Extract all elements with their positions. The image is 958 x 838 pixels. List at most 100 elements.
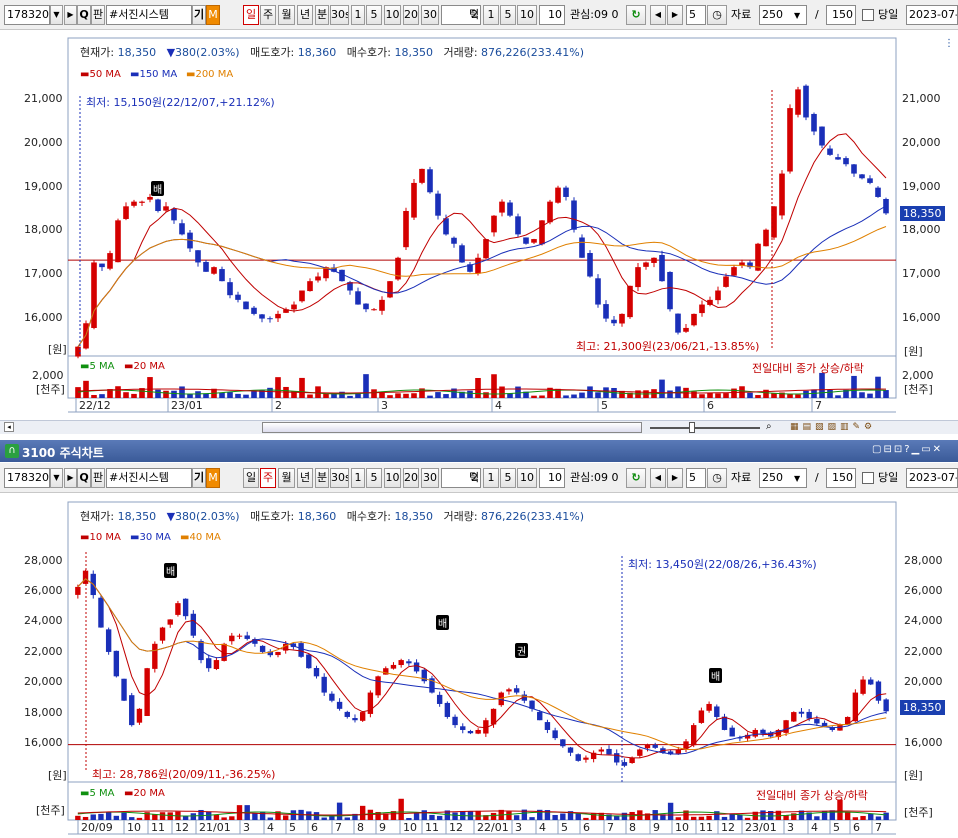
x-tick-label: 22/01	[477, 821, 509, 834]
volume-bar	[506, 811, 512, 820]
high-annotation: 최고: 28,786원(20/09/11,-36.25%)	[92, 768, 276, 781]
x-tick-label: 4	[811, 821, 818, 834]
volume-bar	[321, 817, 327, 820]
candle-body	[352, 718, 358, 721]
volume-bar	[583, 817, 589, 820]
x-tick-label: 11	[425, 821, 439, 834]
candle-body	[644, 744, 651, 749]
volume-note: 전일대비 종가 상승/하락	[756, 789, 868, 802]
volume-bar	[159, 812, 166, 820]
x-tick-label: 11	[699, 821, 713, 834]
candle-body	[98, 597, 104, 628]
candle-body	[121, 678, 127, 701]
legend-vol-20ma[interactable]: ▬20 MA	[124, 788, 165, 799]
volume-bar	[90, 814, 96, 820]
volume-bar	[436, 815, 443, 820]
weekly-candle-chart[interactable]	[0, 0, 958, 838]
candle-body	[75, 586, 81, 595]
volume-bar	[413, 813, 420, 820]
dividend-badge[interactable]: 배	[164, 563, 178, 578]
candle-body	[190, 613, 197, 636]
volume-bar	[329, 816, 335, 820]
candle-body	[167, 619, 173, 625]
candle-body	[229, 635, 235, 642]
candle-body	[868, 679, 874, 685]
candle-body	[105, 629, 112, 652]
candle-body	[359, 712, 366, 721]
y-tick-right: 26,000	[904, 584, 943, 597]
x-tick-label: 10	[403, 821, 417, 834]
y-tick-left: 22,000	[24, 645, 63, 658]
x-tick-label: 4	[267, 821, 274, 834]
candle-body	[537, 711, 543, 721]
volume-bar	[336, 802, 343, 820]
candle-body	[637, 749, 643, 756]
y-tick-right: 16,000	[904, 736, 943, 749]
y-tick-left: 26,000	[24, 584, 63, 597]
candle-body	[552, 730, 558, 739]
candle-body	[259, 645, 266, 652]
candle-body	[652, 744, 658, 748]
volume-bar	[814, 816, 820, 820]
candle-body	[760, 729, 766, 734]
x-tick-label: 5	[833, 821, 840, 834]
volume-bar	[252, 813, 258, 820]
candle-body	[136, 708, 143, 723]
candle-body	[598, 749, 605, 752]
x-tick-label: 12	[449, 821, 463, 834]
x-tick-label: 12	[175, 821, 189, 834]
volume-bar	[290, 810, 297, 820]
last-price-marker: 18,350	[900, 700, 945, 715]
x-tick-label: 7	[875, 821, 882, 834]
candle-body	[213, 660, 220, 669]
candle-body	[606, 748, 612, 755]
y-tick-right: 28,000	[904, 554, 943, 567]
x-tick-label: 6	[853, 821, 860, 834]
dividend-badge[interactable]: 배	[436, 615, 450, 630]
candle-body	[883, 699, 889, 712]
candle-body	[875, 681, 882, 701]
volume-bar	[429, 814, 435, 820]
legend-vol-5ma[interactable]: ▬5 MA	[80, 788, 114, 799]
candle-body	[814, 718, 820, 724]
candle-body	[475, 729, 481, 734]
volume-bar	[267, 817, 273, 820]
candle-body	[206, 658, 212, 669]
volume-unit-left: [천주]	[36, 804, 65, 817]
candle-body	[714, 706, 720, 717]
candle-body	[721, 716, 728, 730]
volume-bar	[675, 817, 681, 820]
volume-bar	[883, 812, 889, 820]
y-tick-right: 22,000	[904, 645, 943, 658]
candle-body	[298, 643, 304, 657]
y-unit-left: [원]	[48, 769, 67, 782]
candle-body	[698, 710, 705, 723]
candle-body	[444, 702, 451, 717]
volume-bar	[190, 813, 197, 820]
volume-bar	[452, 812, 458, 820]
volume-bar	[721, 816, 728, 820]
candle-body	[129, 695, 135, 726]
x-tick-label: 3	[515, 821, 522, 834]
x-tick-label: 9	[379, 821, 386, 834]
x-tick-label: 10	[675, 821, 689, 834]
x-tick-label: 6	[583, 821, 590, 834]
dividend-badge[interactable]: 배	[709, 668, 723, 683]
candle-body	[113, 650, 120, 677]
candle-body	[621, 762, 628, 766]
x-tick-label: 23/01	[745, 821, 777, 834]
candle-body	[336, 701, 343, 709]
candle-body	[629, 757, 635, 764]
candle-body	[452, 716, 458, 726]
rights-badge[interactable]: 권	[515, 643, 529, 658]
x-tick-label: 3	[787, 821, 794, 834]
volume-bar	[229, 816, 235, 820]
candle-body	[406, 661, 412, 664]
candle-body	[144, 668, 150, 716]
candle-body	[398, 660, 404, 666]
volume-bar	[75, 815, 81, 820]
candle-body	[513, 688, 520, 693]
x-tick-label: 11	[151, 821, 165, 834]
volume-bar	[560, 813, 566, 820]
candle-body	[706, 703, 712, 711]
